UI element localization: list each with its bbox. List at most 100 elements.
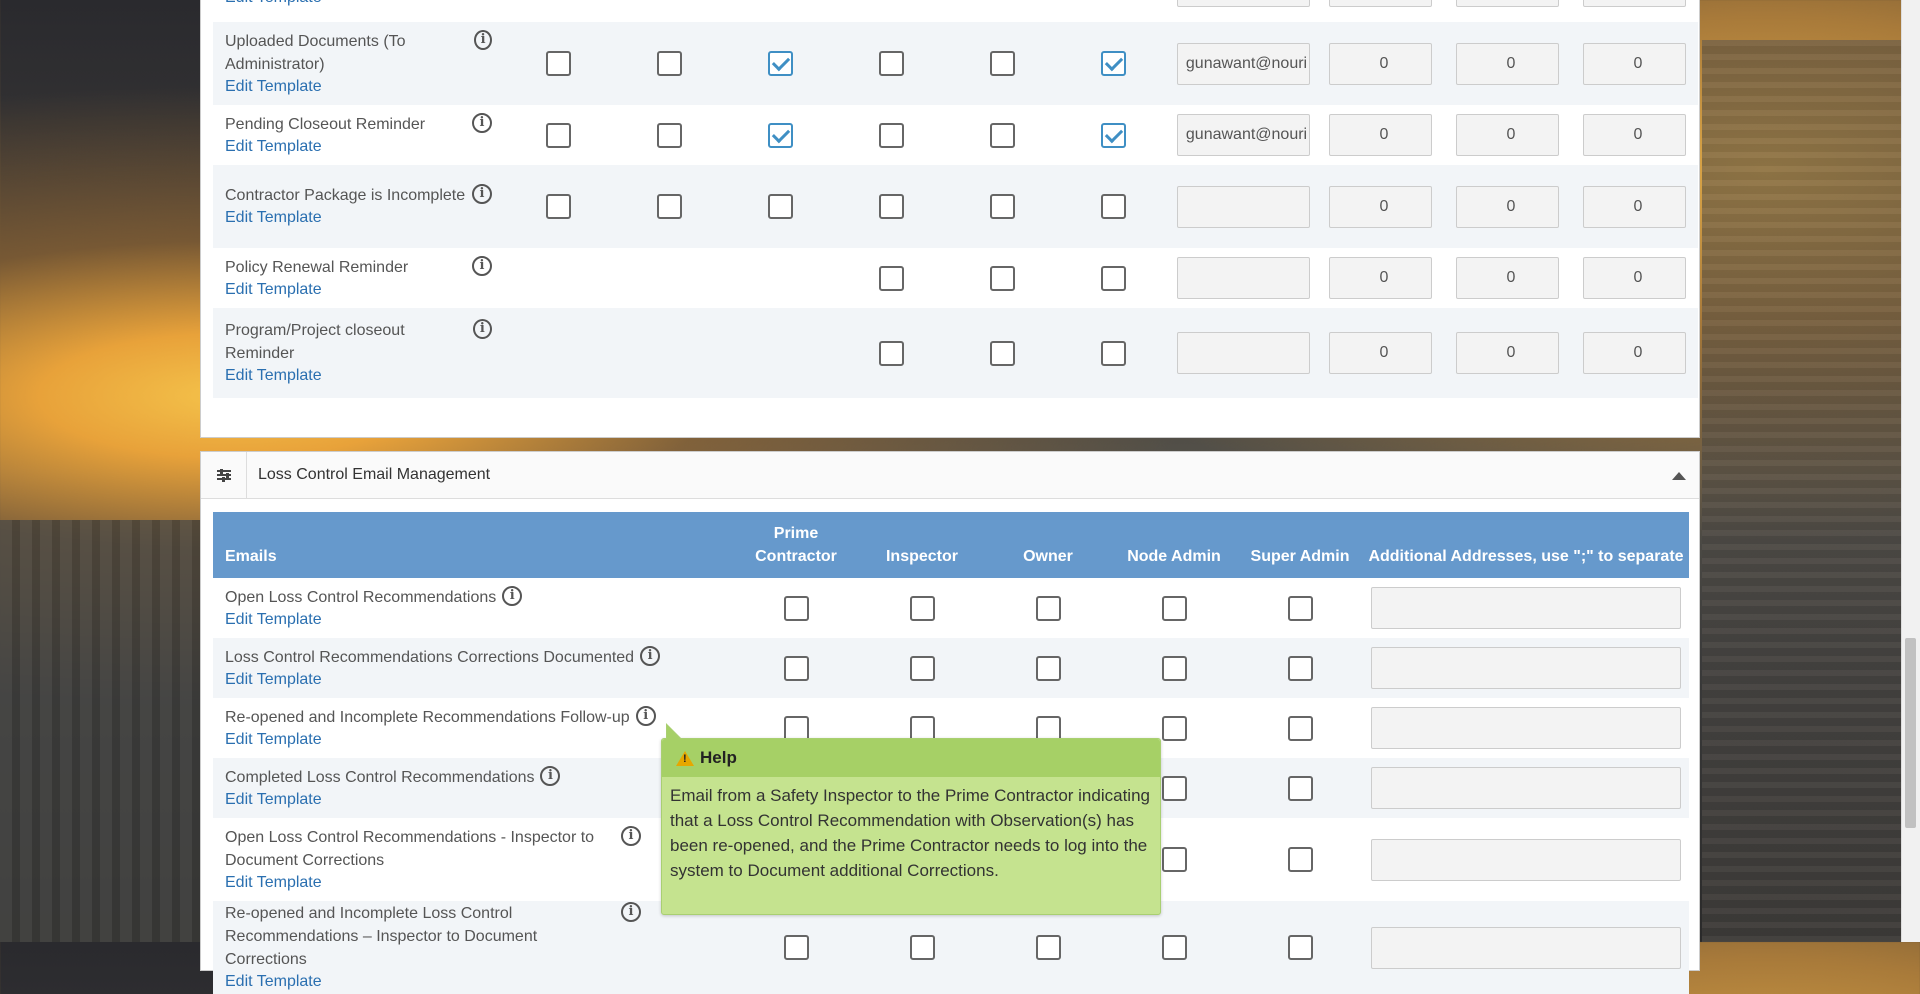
days-input[interactable]: 0: [1329, 42, 1432, 85]
additional-email-input[interactable]: gunawant@nouri: [1176, 114, 1310, 156]
additional-email-input[interactable]: gunawant@nouri: [1176, 42, 1310, 85]
recipient-checkbox[interactable]: [1035, 655, 1061, 681]
notification-checkbox[interactable]: [1101, 340, 1126, 366]
section-header[interactable]: Loss Control Email Management: [201, 452, 1699, 499]
recipient-checkbox[interactable]: [1161, 595, 1187, 621]
additional-email-input[interactable]: [1176, 332, 1310, 374]
info-icon[interactable]: i: [472, 184, 492, 204]
days-input[interactable]: 0: [1456, 114, 1559, 156]
days-input[interactable]: 0: [1583, 114, 1686, 156]
notification-checkbox[interactable]: [657, 51, 682, 76]
edit-template-link[interactable]: Edit Template: [225, 872, 732, 894]
info-icon[interactable]: i: [540, 765, 561, 786]
edit-template-link[interactable]: Edit Template: [225, 279, 502, 301]
notification-checkbox[interactable]: [879, 265, 904, 291]
edit-template-link[interactable]: Edit Template: [225, 207, 502, 229]
recipient-checkbox[interactable]: [1161, 775, 1187, 801]
info-icon[interactable]: i: [502, 585, 523, 606]
info-icon[interactable]: i: [635, 705, 656, 726]
info-icon[interactable]: i: [621, 902, 641, 922]
notification-checkbox[interactable]: [990, 265, 1015, 291]
notification-checkbox[interactable]: [1101, 51, 1126, 76]
additional-addresses-input[interactable]: [1371, 838, 1681, 881]
info-icon[interactable]: i: [472, 255, 492, 276]
edit-template-link[interactable]: Edit Template: [225, 789, 732, 811]
additional-addresses-input[interactable]: [1371, 647, 1681, 689]
additional-addresses-input[interactable]: [1371, 767, 1681, 809]
recipient-checkbox[interactable]: [1287, 655, 1313, 681]
notification-checkbox[interactable]: [1101, 122, 1126, 148]
days-input[interactable]: 0: [1583, 332, 1686, 374]
info-icon[interactable]: i: [621, 825, 641, 846]
days-input[interactable]: 0: [1329, 114, 1432, 156]
days-input[interactable]: 0: [1329, 257, 1432, 299]
days-input[interactable]: 0: [1583, 42, 1686, 85]
days-input[interactable]: 0: [1456, 257, 1559, 299]
additional-email-input[interactable]: [1176, 257, 1310, 299]
section-settings-toggle[interactable]: [201, 452, 247, 498]
recipient-checkbox[interactable]: [1035, 715, 1061, 741]
recipient-checkbox[interactable]: [1287, 775, 1313, 801]
notification-checkbox[interactable]: [768, 122, 793, 148]
notification-checkbox[interactable]: [657, 194, 682, 219]
info-icon[interactable]: i: [474, 29, 492, 50]
recipient-checkbox[interactable]: [909, 715, 935, 741]
recipient-checkbox[interactable]: [783, 935, 809, 960]
days-input[interactable]: 0: [1456, 42, 1559, 85]
days-input[interactable]: 0: [1456, 0, 1559, 7]
recipient-checkbox[interactable]: [1161, 655, 1187, 681]
recipient-checkbox[interactable]: [783, 595, 809, 621]
notification-checkbox[interactable]: [657, 122, 682, 148]
notification-checkbox[interactable]: [546, 122, 571, 148]
notification-checkbox[interactable]: [990, 122, 1015, 148]
edit-template-link[interactable]: Edit Template: [225, 0, 502, 9]
days-input[interactable]: 0: [1583, 185, 1686, 228]
days-input[interactable]: 0: [1329, 332, 1432, 374]
notification-checkbox[interactable]: [990, 194, 1015, 219]
info-icon[interactable]: i: [640, 645, 661, 666]
days-input[interactable]: 0: [1583, 257, 1686, 299]
recipient-checkbox[interactable]: [1035, 595, 1061, 621]
notification-checkbox[interactable]: [1101, 194, 1126, 219]
notification-checkbox[interactable]: [879, 122, 904, 148]
notification-checkbox[interactable]: [768, 51, 793, 76]
edit-template-link[interactable]: Edit Template: [225, 136, 502, 158]
recipient-checkbox[interactable]: [1287, 847, 1313, 872]
caret-up-icon[interactable]: [1672, 472, 1686, 480]
notification-checkbox[interactable]: [879, 194, 904, 219]
edit-template-link[interactable]: Edit Template: [225, 365, 502, 387]
notification-checkbox[interactable]: [879, 340, 904, 366]
info-icon[interactable]: i: [472, 319, 492, 339]
recipient-checkbox[interactable]: [1161, 715, 1187, 741]
days-input[interactable]: 0: [1456, 332, 1559, 374]
notification-checkbox[interactable]: [546, 194, 571, 219]
additional-addresses-input[interactable]: [1371, 587, 1681, 629]
recipient-checkbox[interactable]: [1287, 595, 1313, 621]
edit-template-link[interactable]: Edit Template: [225, 669, 732, 691]
additional-addresses-input[interactable]: [1371, 707, 1681, 749]
notification-checkbox[interactable]: [1101, 265, 1126, 291]
days-input[interactable]: 0: [1329, 0, 1432, 7]
days-input[interactable]: 0: [1456, 185, 1559, 228]
recipient-checkbox[interactable]: [909, 595, 935, 621]
recipient-checkbox[interactable]: [1035, 935, 1061, 960]
notification-checkbox[interactable]: [768, 194, 793, 219]
recipient-checkbox[interactable]: [1161, 847, 1187, 872]
edit-template-link[interactable]: Edit Template: [225, 729, 732, 751]
recipient-checkbox[interactable]: [1161, 935, 1187, 960]
edit-template-link[interactable]: Edit Template: [225, 971, 732, 993]
notification-checkbox[interactable]: [990, 51, 1015, 76]
notification-checkbox[interactable]: [990, 340, 1015, 366]
recipient-checkbox[interactable]: [909, 935, 935, 960]
notification-checkbox[interactable]: [546, 51, 571, 76]
additional-email-input[interactable]: [1176, 185, 1310, 228]
recipient-checkbox[interactable]: [783, 655, 809, 681]
recipient-checkbox[interactable]: [783, 715, 809, 741]
page-scrollbar[interactable]: [1901, 0, 1920, 942]
recipient-checkbox[interactable]: [1287, 935, 1313, 960]
edit-template-link[interactable]: Edit Template: [225, 76, 502, 98]
recipient-checkbox[interactable]: [1287, 715, 1313, 741]
edit-template-link[interactable]: Edit Template: [225, 609, 732, 631]
days-input[interactable]: 0: [1583, 0, 1686, 7]
info-icon[interactable]: i: [472, 112, 492, 133]
